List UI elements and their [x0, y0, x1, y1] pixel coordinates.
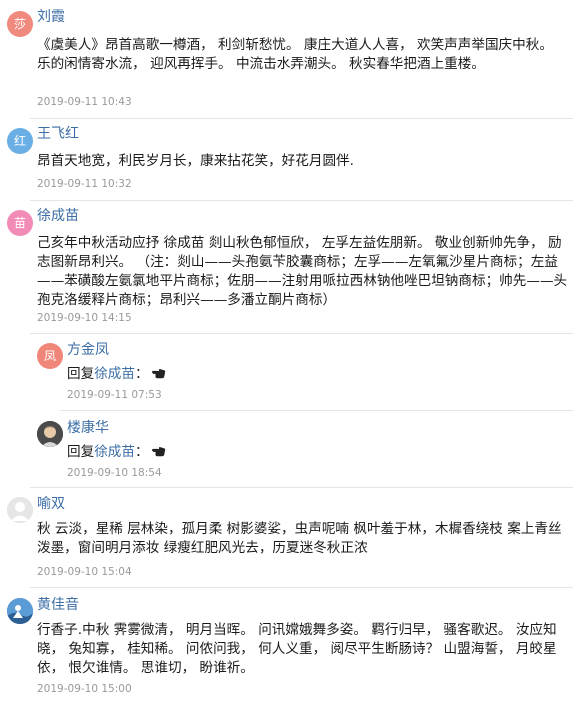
reply-author[interactable]: 楼康华 — [67, 419, 109, 437]
reply-colon: ： — [134, 366, 149, 382]
avatar[interactable]: 红 — [7, 128, 33, 154]
comment-time: 2019-09-10 14:15 — [37, 312, 132, 324]
divider — [30, 487, 573, 488]
avatar[interactable] — [7, 598, 33, 624]
reply-prefix: 回复 — [67, 366, 95, 382]
comment-text: 秋 云淡，星稀 层林染，孤月柔 树影婆娑，虫声呢喃 枫叶羞于林，木樨香绕枝 案上… — [37, 521, 562, 556]
comment-time: 2019-09-11 10:32 — [37, 178, 132, 190]
avatar[interactable]: 凤 — [37, 343, 63, 369]
avatar[interactable]: 莎 — [7, 11, 33, 37]
comment-author[interactable]: 喻双 — [37, 495, 65, 513]
reply-text: 回复徐成苗： — [67, 443, 567, 462]
comment-time: 2019-09-10 15:04 — [37, 566, 132, 578]
user-photo-icon — [37, 421, 63, 447]
comment-author[interactable]: 徐成苗 — [37, 207, 79, 225]
pointing-hand-icon — [151, 446, 165, 457]
reply-colon: ： — [134, 444, 149, 460]
reply-prefix: 回复 — [67, 444, 95, 460]
comment-text: 昂首天地宽，利民岁月长，康来拈花笑，好花月圆伴. — [37, 153, 354, 169]
reply-text: 回复徐成苗： — [67, 365, 567, 384]
default-user-icon — [7, 497, 33, 523]
comment-text: 行香子.中秋 霁雾微清， 明月当晖。 问讯嫦娥舞多姿。 羁行归早， 骚客歌迟。 … — [37, 622, 557, 676]
divider — [60, 410, 573, 411]
divider — [30, 587, 573, 588]
comment-text: 己亥年中秋活动应抒 徐成苗 剡山秋色郁恒欣， 左孚左益佐朋新。 敬业创新帅先争，… — [37, 235, 568, 308]
comment-time: 2019-09-11 10:43 — [37, 96, 132, 108]
comment-text: 《虞美人》昂首高歌一樽酒， 利剑斩愁忧。 康庄大道人人喜， 欢笑声声举国庆中秋。… — [37, 37, 553, 72]
avatar[interactable] — [7, 497, 33, 523]
divider — [30, 118, 573, 119]
comment-author[interactable]: 王飞红 — [37, 125, 79, 143]
user-photo-icon — [7, 598, 33, 624]
reply-target-link[interactable]: 徐成苗 — [94, 366, 135, 382]
reply-target-link[interactable]: 徐成苗 — [94, 444, 135, 460]
comment-author[interactable]: 黄佳音 — [37, 596, 79, 614]
avatar[interactable]: 苗 — [7, 210, 33, 236]
divider — [30, 333, 573, 334]
reply-time: 2019-09-10 18:54 — [67, 467, 162, 479]
comment-list: 莎 刘霞 《虞美人》昂首高歌一樽酒， 利剑斩愁忧。 康庄大道人人喜， 欢笑声声举… — [0, 0, 583, 713]
pointing-hand-icon — [151, 368, 165, 379]
reply-time: 2019-09-11 07:53 — [67, 389, 162, 401]
avatar[interactable] — [37, 421, 63, 447]
comment-author[interactable]: 刘霞 — [37, 8, 65, 26]
divider — [30, 200, 573, 201]
reply-author[interactable]: 方金凤 — [67, 341, 109, 359]
comment-time: 2019-09-10 15:00 — [37, 683, 132, 695]
